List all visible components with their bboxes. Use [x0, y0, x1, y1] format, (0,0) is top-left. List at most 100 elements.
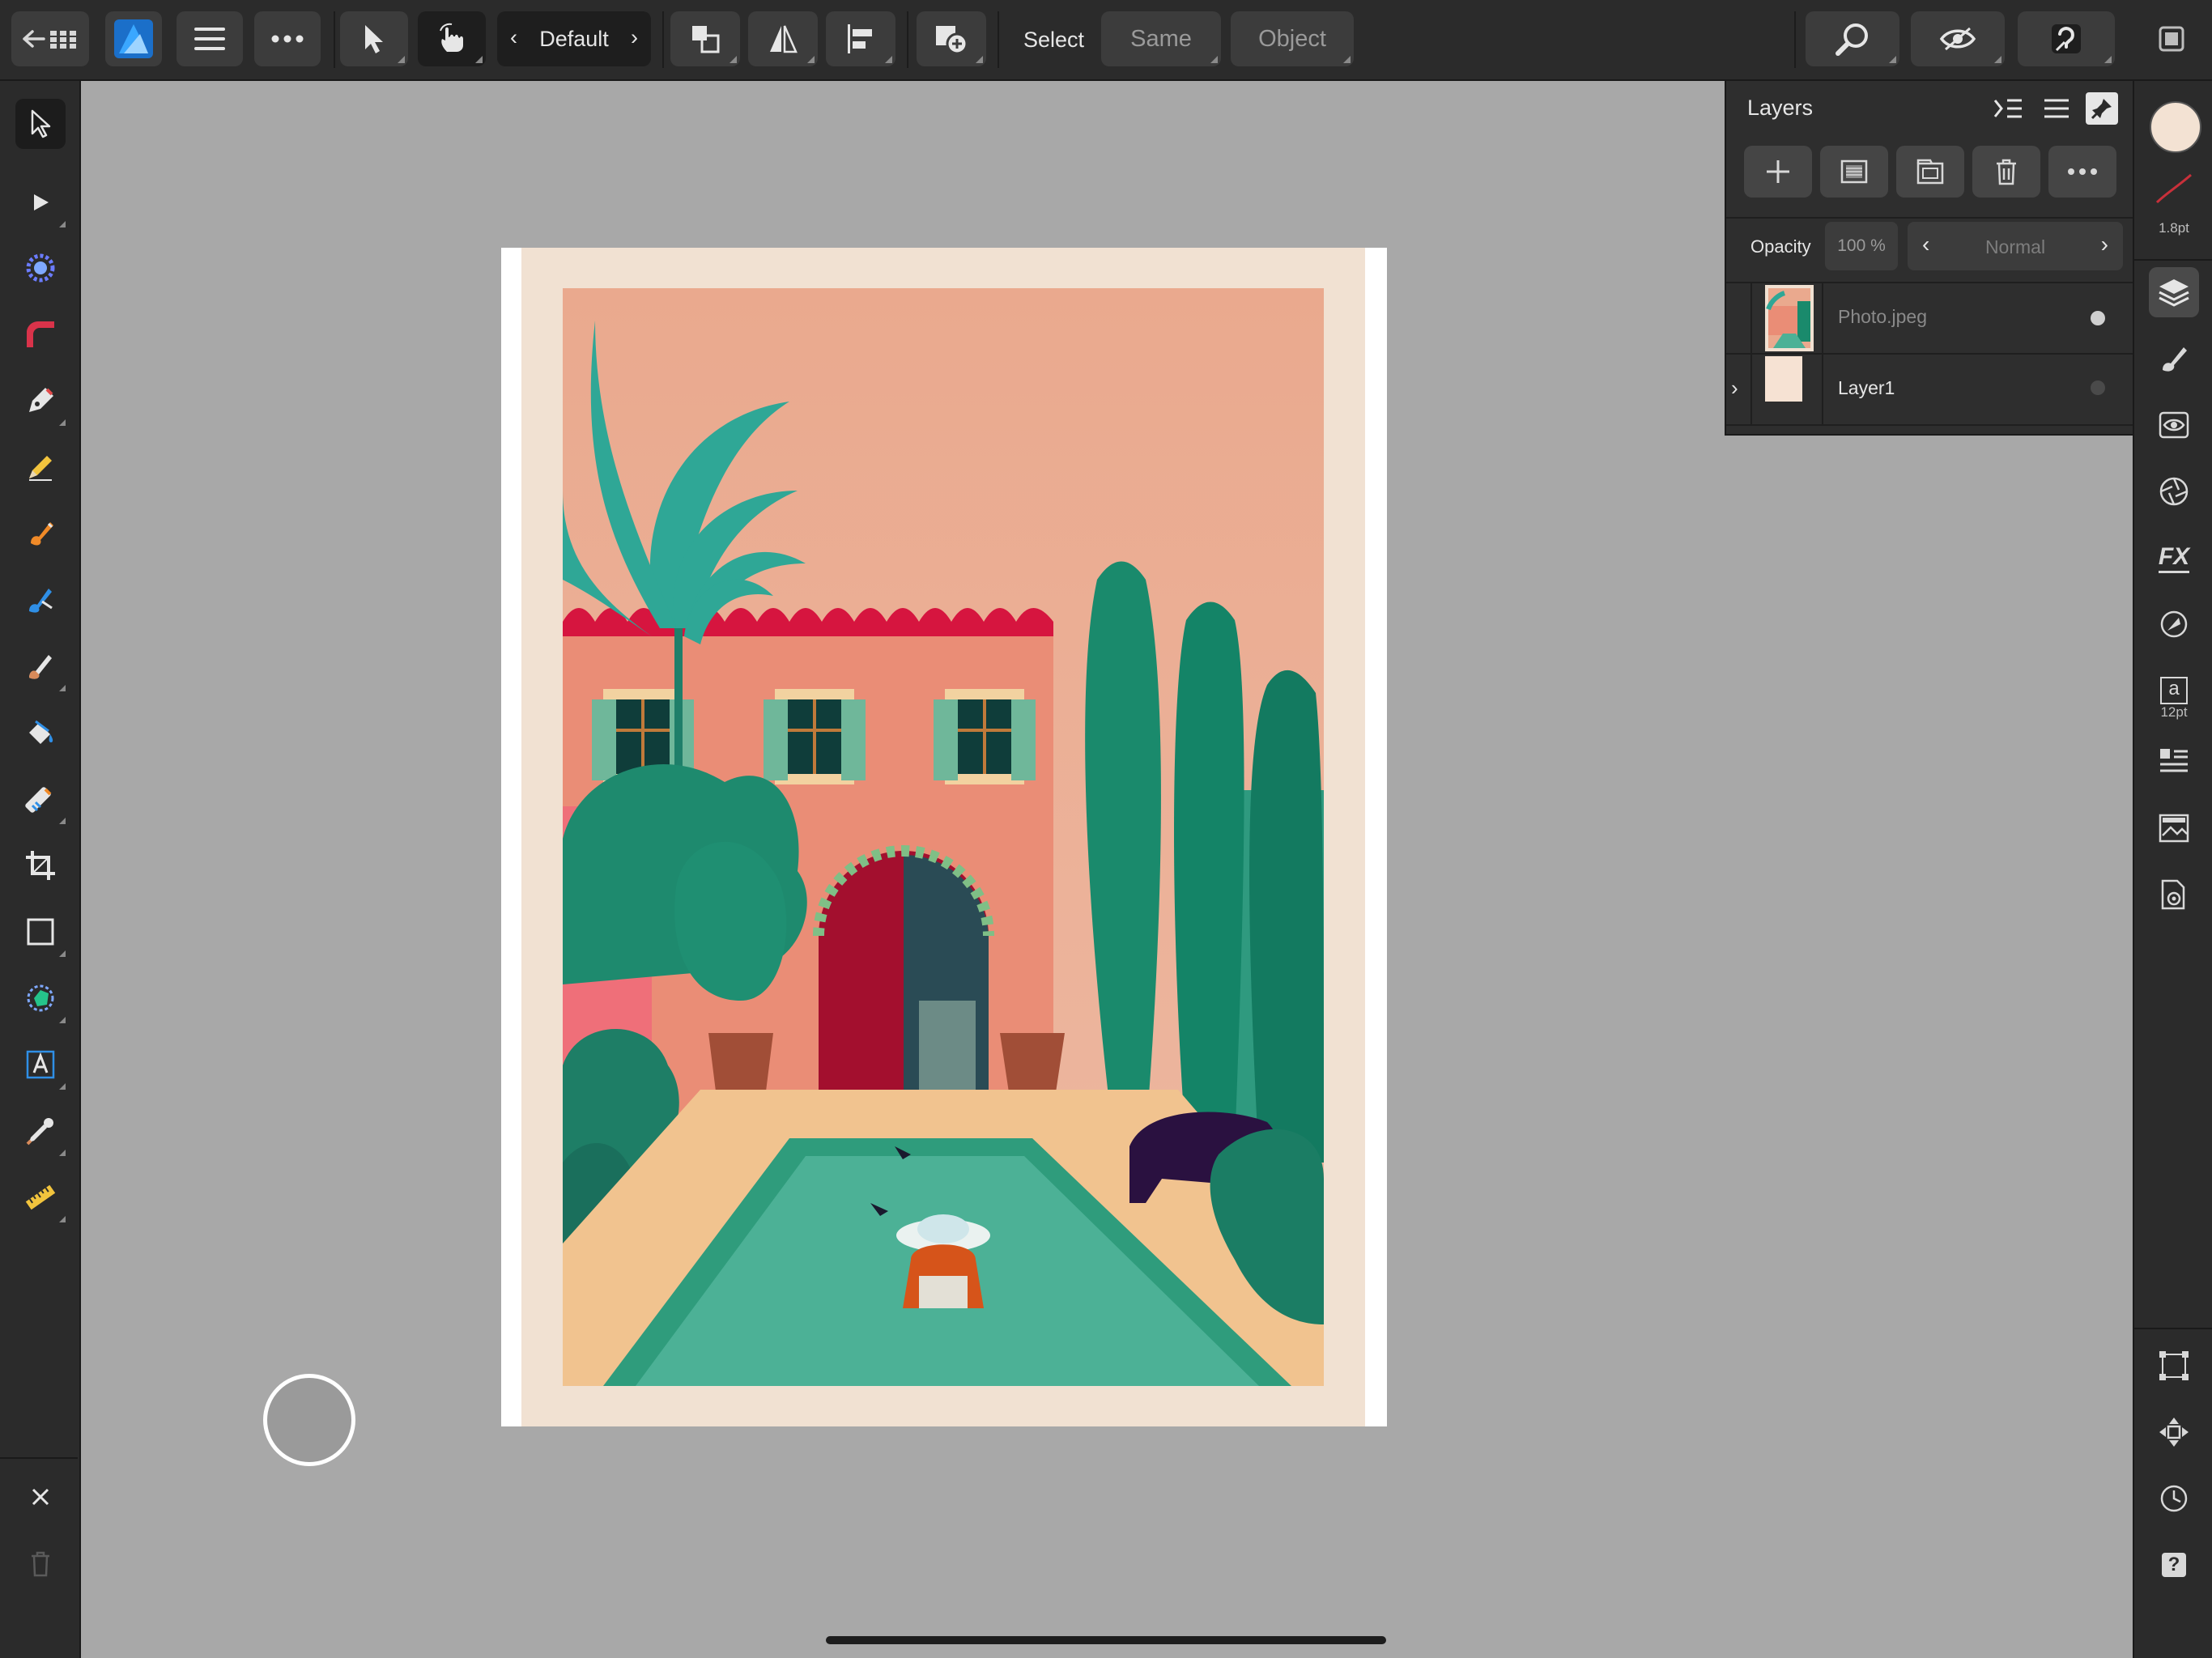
documents-back-button[interactable]: [11, 11, 89, 66]
document-settings-button[interactable]: [2149, 869, 2199, 920]
move-tool[interactable]: [15, 99, 66, 149]
selection-ellipse-tool[interactable]: [15, 973, 66, 1023]
crop-icon: [26, 851, 55, 880]
separator: [1822, 283, 1823, 353]
chevron-right-icon[interactable]: ›: [631, 25, 638, 50]
trash-icon: [1997, 159, 2016, 185]
color-picker-tool[interactable]: [15, 1106, 66, 1156]
move-arrows-icon: [2159, 1418, 2189, 1447]
pencil-tool[interactable]: [15, 442, 66, 492]
fill-tool[interactable]: [15, 708, 66, 758]
fx-icon: FX: [2158, 543, 2190, 573]
more-options-button[interactable]: [254, 11, 321, 66]
effects-studio-button[interactable]: FX: [2149, 533, 2199, 583]
arrange-button[interactable]: [670, 11, 740, 66]
blend-mode-selector[interactable]: ‹ Normal ›: [1908, 222, 2123, 270]
transform-bounds-icon: [2159, 1351, 2189, 1380]
brushes-studio-button[interactable]: [2149, 334, 2199, 384]
history-studio-button[interactable]: [2149, 1473, 2199, 1524]
separator: [1822, 355, 1823, 424]
main-menu-button[interactable]: [177, 11, 243, 66]
paragraph-icon: [2160, 749, 2188, 772]
move-tool-button[interactable]: [340, 11, 408, 66]
insert-button[interactable]: [917, 11, 986, 66]
stock-studio-button[interactable]: [2149, 803, 2199, 853]
ellipsis-icon: [271, 35, 304, 43]
flip-button[interactable]: [748, 11, 818, 66]
photo-persona-button[interactable]: [105, 11, 162, 66]
persona-selector[interactable]: ‹ Default ›: [497, 11, 651, 66]
flood-select-tool[interactable]: [15, 243, 66, 293]
help-icon: ?: [2162, 1553, 2186, 1577]
panel-menu-button[interactable]: [2039, 92, 2074, 125]
select-same-button[interactable]: Same: [1101, 11, 1221, 66]
delete-layer-button[interactable]: [1972, 146, 2040, 198]
text-a-icon: a: [2160, 677, 2188, 704]
text-size-label: 12pt: [2160, 704, 2188, 720]
plus-icon: [1767, 160, 1789, 183]
touch-indicator: [263, 1374, 355, 1466]
adjustments-eye-icon: [2159, 411, 2189, 439]
text-tool[interactable]: [15, 1039, 66, 1090]
pin-icon: [2091, 99, 2112, 120]
assistant-button[interactable]: [2018, 11, 2115, 66]
layer-row-photo[interactable]: Photo.jpeg: [1726, 282, 2133, 353]
photo-layer[interactable]: [563, 288, 1324, 1386]
align-button[interactable]: [826, 11, 895, 66]
layers-icon: [2159, 279, 2189, 307]
transform-studio-button[interactable]: [2149, 1341, 2199, 1391]
separator: [0, 1457, 78, 1459]
visibility-dot-icon[interactable]: [2091, 311, 2105, 325]
split-screen-button[interactable]: [2149, 11, 2194, 66]
layer-row-layer1[interactable]: › Layer1: [1726, 353, 2133, 426]
measure-tool[interactable]: [15, 1172, 66, 1222]
rectangle-tool[interactable]: [15, 907, 66, 957]
paint-brush-tool[interactable]: [15, 508, 66, 559]
stroke-swatch[interactable]: [2154, 170, 2194, 207]
view-mode-button[interactable]: [1911, 11, 2005, 66]
help-button[interactable]: ?: [2149, 1540, 2199, 1590]
brush-icon: [29, 655, 52, 679]
clone-tool[interactable]: [15, 774, 66, 824]
pen-tool[interactable]: [15, 376, 66, 426]
studio-bar: 1.8pt FX a 12pt ?: [2133, 81, 2212, 1658]
adjustments-studio-button[interactable]: [2149, 400, 2199, 450]
persona-label: Default: [539, 26, 609, 51]
layer-options-button[interactable]: [2048, 146, 2116, 198]
collapse-panel-button[interactable]: [1990, 92, 2026, 125]
smudge-tool[interactable]: [15, 641, 66, 691]
illustration-image: [563, 288, 1324, 1386]
blend-next-chevron-icon[interactable]: ›: [2101, 232, 2108, 257]
collapse-list-icon: [1993, 99, 2022, 118]
primary-color-swatch[interactable]: [2150, 101, 2201, 153]
group-layers-button[interactable]: [1896, 146, 1964, 198]
separator: [1750, 355, 1752, 424]
select-object-button[interactable]: Object: [1231, 11, 1354, 66]
separator: [1794, 11, 1796, 68]
styles-studio-button[interactable]: [2149, 599, 2199, 649]
trash-tool-button[interactable]: [15, 1538, 66, 1588]
back-grid-icon: [23, 30, 76, 49]
opacity-input[interactable]: 100 %: [1825, 222, 1898, 270]
layers-studio-button[interactable]: [2149, 267, 2199, 317]
crop-tool[interactable]: [15, 840, 66, 891]
live-filters-studio-button[interactable]: [2149, 466, 2199, 517]
paragraph-studio-button[interactable]: [2149, 737, 2199, 787]
hamburger-icon: [194, 28, 225, 50]
pin-panel-button[interactable]: [2086, 92, 2118, 125]
expand-chevron-icon[interactable]: ›: [1731, 376, 1738, 401]
ellipse-select-icon: [27, 984, 54, 1012]
visibility-dot-icon[interactable]: [2091, 380, 2105, 395]
ellipsis-icon: [2068, 168, 2097, 175]
selection-brush-tool[interactable]: [15, 177, 66, 227]
navigator-studio-button[interactable]: [2149, 1407, 2199, 1457]
view-zoom-button[interactable]: [1806, 11, 1899, 66]
clock-history-icon: [2160, 1485, 2188, 1512]
color-replace-tool[interactable]: [15, 575, 66, 625]
hand-tool-button[interactable]: [418, 11, 486, 66]
chevron-left-icon[interactable]: ‹: [510, 25, 517, 50]
close-tool-button[interactable]: [15, 1472, 66, 1522]
add-layer-button[interactable]: [1744, 146, 1812, 198]
add-mask-button[interactable]: [1820, 146, 1888, 198]
gradient-tool[interactable]: [15, 309, 66, 359]
